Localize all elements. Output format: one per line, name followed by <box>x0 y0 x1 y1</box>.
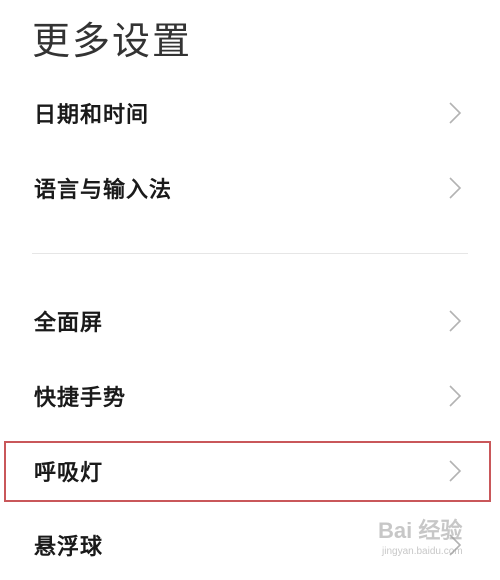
settings-item-label: 全面屏 <box>34 311 104 336</box>
chevron-right-icon <box>448 101 462 125</box>
chevron-right-icon <box>448 176 462 200</box>
settings-item-label: 语言与输入法 <box>34 178 173 203</box>
section-divider <box>32 253 468 254</box>
highlight-box <box>4 441 491 502</box>
settings-item-label: 悬浮球 <box>34 535 104 560</box>
chevron-right-icon <box>448 384 462 408</box>
watermark-logo-text: Bai 经验 <box>378 518 462 543</box>
settings-item-label: 日期和时间 <box>34 103 150 128</box>
settings-item-date-time[interactable]: 日期和时间 <box>0 78 500 148</box>
chevron-right-icon <box>448 309 462 333</box>
watermark-url-text: jingyan.baidu.com <box>381 546 463 557</box>
settings-item-language-input[interactable]: 语言与输入法 <box>0 153 500 223</box>
settings-item-label: 快捷手势 <box>34 386 127 411</box>
baidu-jingyan-watermark: Bai 经验 jingyan.baidu.com <box>376 512 486 558</box>
page-title: 更多设置 <box>32 19 193 63</box>
settings-item-shortcut-gestures[interactable]: 快捷手势 <box>0 361 500 431</box>
settings-item-full-screen[interactable]: 全面屏 <box>0 286 500 356</box>
